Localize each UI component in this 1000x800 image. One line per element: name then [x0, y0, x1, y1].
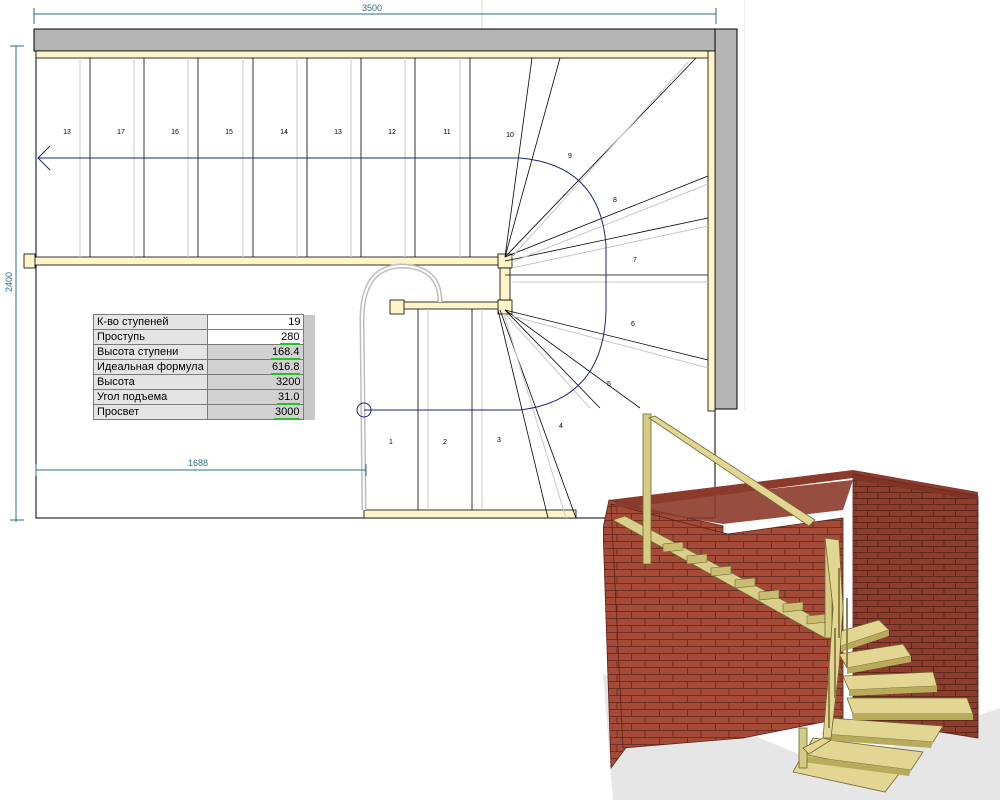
parameter-value-cell[interactable]: 3000 [206, 404, 305, 420]
step-number: 9 [568, 153, 572, 160]
parameter-row: Высота 3200 [93, 374, 315, 390]
step-number: 1 [389, 439, 393, 446]
step-number: 5 [607, 381, 611, 388]
parameter-value: 31.0 [277, 391, 301, 405]
height-dimension-label: 2400 [4, 272, 14, 292]
height-dimension: 2400 [4, 45, 24, 522]
step-number: 6 [631, 321, 635, 328]
step-number: 17 [117, 129, 125, 136]
parameter-value: 616.8 [270, 361, 301, 375]
step-number: 12 [388, 129, 396, 136]
table-edge [303, 389, 315, 405]
width-dimension: 3500 [33, 3, 717, 24]
parameter-row: Проступь 280 [93, 329, 315, 345]
table-edge [303, 404, 315, 420]
step-number: 8 [613, 197, 617, 204]
parameter-value-cell[interactable]: 19 [206, 314, 305, 330]
parameter-value-cell[interactable]: 3200 [206, 374, 305, 390]
step-number: 2 [443, 439, 447, 446]
parameter-row: Угол подъема 31.0 [93, 389, 315, 405]
landing-dimension: 1688 [35, 458, 367, 476]
parameter-value: 19 [288, 316, 301, 328]
bottom-beam [363, 509, 577, 519]
step-number: 15 [225, 129, 233, 136]
step-number: 14 [280, 129, 288, 136]
step-number: 10 [506, 132, 514, 139]
step-number: 7 [633, 257, 637, 264]
step-number: 16 [171, 129, 179, 136]
table-edge [303, 374, 315, 390]
parameter-label: Высота [93, 374, 208, 390]
parameter-label: Угол подъема [93, 389, 208, 405]
newel-post [389, 299, 405, 315]
parameter-label: Высота ступени [93, 344, 208, 360]
right-wall [714, 28, 738, 410]
parameter-value: 3000 [273, 406, 301, 420]
parameter-label: Идеальная формула [93, 359, 208, 375]
staircase-3d-render [603, 413, 1000, 800]
parameter-value: 280 [280, 331, 301, 345]
parameter-value: 3200 [275, 376, 301, 388]
step-number: 13 [334, 129, 342, 136]
table-edge [303, 359, 315, 375]
step-number: 3 [497, 437, 501, 444]
table-edge [303, 314, 315, 330]
width-dimension-label: 3500 [362, 3, 382, 13]
right-beam [707, 50, 716, 412]
parameter-value-cell[interactable]: 616.8 [206, 359, 305, 375]
top-wall [33, 28, 738, 52]
landing-dimension-label: 1688 [188, 458, 208, 468]
parameter-row: Высота ступени 168.4 [93, 344, 315, 360]
parameter-row: К-во ступеней 19 [93, 314, 315, 330]
top-beam [35, 50, 711, 59]
parameter-label: Просвет [93, 404, 208, 420]
parameter-value: 168.4 [270, 346, 301, 360]
table-edge [303, 329, 315, 345]
parameter-row: Просвет 3000 [93, 404, 315, 420]
step-number: 4 [559, 423, 563, 430]
parameter-value-cell[interactable]: 280 [206, 329, 305, 345]
step-number: 13 [63, 129, 71, 136]
parameter-row: Идеальная формула 616.8 [93, 359, 315, 375]
parameter-value-cell[interactable]: 168.4 [206, 344, 305, 360]
stair-parameters-table: К-во ступеней 19 Проступь 280 Высота ступени… [93, 314, 315, 420]
step-number: 11 [443, 129, 450, 136]
landing-beam [391, 301, 507, 310]
newel-post [497, 299, 513, 315]
parameter-label: К-во ступеней [93, 314, 208, 330]
parameter-label: Проступь [93, 329, 208, 345]
parameter-value-cell[interactable]: 31.0 [206, 389, 305, 405]
table-edge [303, 344, 315, 360]
middle-beam [27, 256, 507, 266]
